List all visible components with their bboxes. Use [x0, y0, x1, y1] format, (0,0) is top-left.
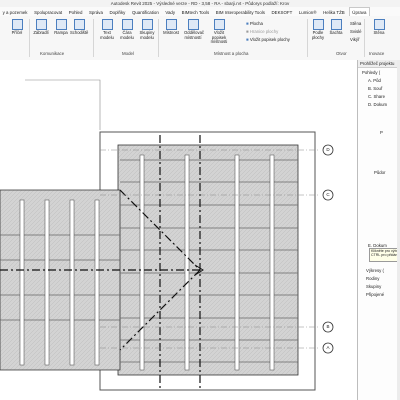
model-group-button[interactable]: Skupiny modelu: [138, 19, 156, 40]
ramp-button[interactable]: Rampa: [52, 19, 70, 36]
model-text-icon: [101, 19, 113, 30]
model-line-icon: [121, 19, 133, 30]
tag-area-icon: ■: [246, 37, 249, 42]
mullion-label: Příčel: [11, 30, 23, 35]
room-button[interactable]: Místnost: [162, 19, 180, 36]
wall-icon: [373, 19, 385, 30]
shaft-icon: [330, 19, 342, 30]
area-boundary-icon: ■: [246, 29, 249, 34]
grid-bubble-a[interactable]: A: [325, 345, 331, 350]
shaft-button[interactable]: Šachta: [327, 19, 345, 36]
model-text-label: Text modelu: [100, 30, 114, 40]
stair-button[interactable]: Schodiště: [70, 19, 88, 36]
group-circulation: Komunikace: [40, 51, 65, 56]
railing-icon: [35, 19, 47, 30]
tree-item-b[interactable]: B. Souř: [368, 86, 382, 91]
room-separator-button[interactable]: Oddělovač místností: [184, 19, 205, 40]
area-button[interactable]: ■ Plocha: [246, 21, 263, 26]
vertical-opening-button[interactable]: Svislé: [350, 29, 361, 34]
ribbon-separator: [364, 19, 365, 57]
by-face-icon: [312, 19, 324, 30]
model-group-label: Skupiny modelu: [139, 30, 155, 40]
area-label: Plocha: [249, 21, 263, 26]
tag-room-label: Vložit popisek místnosti: [210, 30, 228, 45]
tag-room-button[interactable]: Vložit popisek místnosti: [210, 19, 228, 45]
tree-item-d[interactable]: D. Dokum: [368, 102, 387, 107]
ribbon-separator: [307, 19, 308, 57]
group-opening: Otvor: [336, 51, 347, 56]
model-text-button[interactable]: Text modelu: [98, 19, 116, 40]
mullion-icon: [11, 19, 23, 30]
model-group-icon: [141, 19, 153, 30]
tree-item-a[interactable]: A. Půd: [368, 78, 381, 83]
stair-icon: [73, 19, 85, 30]
model-line-button[interactable]: Čára modelu: [118, 19, 136, 40]
tree-item-groups[interactable]: Skupiny: [366, 284, 381, 289]
wall-button[interactable]: Stěna: [370, 19, 388, 36]
ribbon-separator: [93, 19, 94, 57]
grid-bubble-d[interactable]: D: [325, 147, 331, 152]
area-boundary-button[interactable]: ■ Hranice plochy: [246, 29, 278, 34]
tooltip: Klikněte pro výběr, stiskněte CTRL pro p…: [369, 248, 400, 262]
by-face-button[interactable]: Podle plochy: [309, 19, 327, 40]
tag-room-icon: [213, 19, 225, 30]
ribbon: Příčel Zábradlí Rampa Schodiště Komunika…: [0, 16, 400, 61]
drawing-canvas[interactable]: D C B A: [0, 60, 357, 400]
ramp-label: Rampa: [54, 30, 68, 35]
group-model: Model: [122, 51, 134, 56]
ramp-icon: [55, 19, 67, 30]
grid-bubble-b[interactable]: B: [325, 324, 331, 329]
railing-label: Zábradlí: [33, 30, 49, 35]
railing-button[interactable]: Zábradlí: [32, 19, 50, 36]
tree-item-sheets[interactable]: Výkresy (: [366, 268, 384, 273]
dormer-button[interactable]: Vikýř: [350, 37, 359, 42]
tree-item-pudor[interactable]: Půdor: [374, 170, 385, 175]
grid-bubble-c[interactable]: C: [325, 192, 331, 197]
group-innovation: Inovace: [369, 51, 385, 56]
group-room-area: Místnost a plocha: [214, 51, 249, 56]
wall-opening-button[interactable]: Stěna: [350, 21, 361, 26]
stair-label: Schodiště: [70, 30, 89, 35]
by-face-label: Podle plochy: [311, 30, 325, 40]
area-icon: ■: [246, 21, 249, 26]
tag-area-label: Vložit popisek plochy: [249, 37, 290, 42]
project-browser-title: Prohlížeč projektu: [358, 60, 400, 68]
area-boundary-label: Hranice plochy: [249, 29, 279, 34]
dormer-label: Vikýř: [350, 37, 360, 42]
mullion-button[interactable]: Příčel: [8, 19, 26, 36]
vertical-opening-label: Svislé: [350, 29, 362, 34]
shaft-label: Šachta: [329, 30, 343, 35]
tree-item-views[interactable]: Pohledy (: [362, 70, 380, 75]
project-browser: Prohlížeč projektu Pohledy ( A. Půd B. S…: [357, 60, 400, 400]
room-separator-label: Oddělovač místností: [184, 30, 205, 40]
wall-opening-label: Stěna: [350, 21, 362, 26]
wall-label: Stěna: [373, 30, 385, 35]
tree-item-c[interactable]: C. Share: [368, 94, 385, 99]
ribbon-separator: [158, 19, 159, 57]
model-line-label: Čára modelu: [120, 30, 134, 40]
tree-item-families[interactable]: Rodiny: [366, 276, 379, 281]
tree-item-p[interactable]: P: [380, 130, 383, 135]
room-label: Místnost: [163, 30, 179, 35]
tag-area-button[interactable]: ■ Vložit popisek plochy: [246, 37, 290, 42]
room-separator-icon: [187, 19, 199, 30]
tooltip-line: CTRL pro přidání, SHIFT: [371, 253, 400, 258]
room-icon: [165, 19, 177, 30]
window-title: Autodesk Revit 2025 - Výsledné verze - R…: [0, 0, 400, 7]
ribbon-separator: [29, 19, 30, 57]
floor-plan-drawing: [0, 79, 334, 391]
tree-item-links[interactable]: Připojené: [366, 292, 384, 297]
